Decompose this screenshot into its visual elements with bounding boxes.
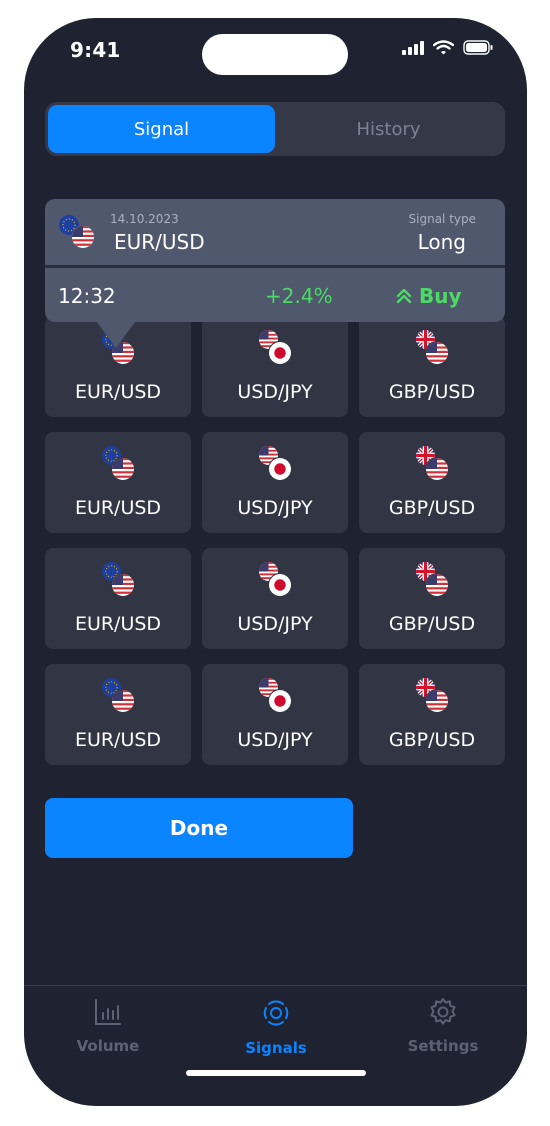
currency-pair-label: EUR/USD	[74, 497, 162, 519]
us-jp-flags-icon	[255, 444, 292, 481]
currency-pair-label: USD/JPY	[237, 613, 313, 635]
signal-broadcast-icon	[263, 1000, 289, 1026]
gb-us-flags-icon	[412, 444, 449, 481]
currency-pair-label: GBP/USD	[388, 613, 476, 635]
signal-action: Buy	[395, 284, 462, 308]
signal-card-header: 14.10.2023 EUR/USD Signal type Long	[45, 199, 505, 265]
segmented-control: Signal History	[45, 102, 505, 156]
currency-pair-label: USD/JPY	[237, 497, 313, 519]
status-bar: 9:41	[24, 18, 527, 88]
currency-pair-grid: EUR/USD USD/JPY GBP/USD EUR/USD USD/JPY GBP/U…	[45, 316, 505, 765]
us-jp-flags-icon	[255, 676, 292, 713]
card-divider	[45, 265, 505, 268]
currency-pair-tile[interactable]: GBP/USD	[359, 432, 505, 533]
currency-pair-tile[interactable]: USD/JPY	[202, 548, 348, 649]
dynamic-island	[202, 34, 348, 75]
currency-pair-tile[interactable]: USD/JPY	[202, 316, 348, 417]
currency-pair-label: USD/JPY	[237, 381, 313, 403]
currency-pair-label: USD/JPY	[237, 729, 313, 751]
gb-us-flags-icon	[412, 676, 449, 713]
status-time: 9:41	[70, 38, 121, 62]
signal-action-label: Buy	[419, 284, 462, 308]
tab-volume[interactable]: Volume	[48, 997, 168, 1055]
double-chevron-up-icon	[396, 288, 412, 304]
us-jp-flags-icon	[255, 328, 292, 365]
bar-chart-icon	[95, 999, 121, 1025]
currency-pair-tile[interactable]: GBP/USD	[359, 664, 505, 765]
battery-icon	[463, 40, 493, 55]
wifi-icon	[433, 40, 454, 55]
signal-change: +2.4%	[265, 284, 333, 308]
currency-pair-label: GBP/USD	[388, 381, 476, 403]
tab-settings[interactable]: Settings	[383, 997, 503, 1055]
tab-bar-divider	[24, 985, 527, 986]
currency-pair-label: GBP/USD	[388, 729, 476, 751]
tab-volume-label: Volume	[76, 1037, 140, 1055]
currency-pair-label: EUR/USD	[74, 613, 162, 635]
eu-us-flags-icon	[102, 678, 135, 713]
home-indicator[interactable]	[186, 1070, 366, 1076]
tab-history[interactable]: History	[275, 105, 502, 153]
signal-date: 14.10.2023	[110, 212, 179, 226]
currency-pair-tile[interactable]: EUR/USD	[45, 432, 191, 533]
currency-pair-label: EUR/USD	[74, 729, 162, 751]
gb-us-flags-icon	[412, 328, 449, 365]
cellular-signal-icon	[402, 40, 424, 55]
signal-time: 12:32	[58, 284, 116, 308]
signal-type-label: Signal type	[408, 212, 476, 226]
status-icons	[402, 40, 493, 55]
currency-pair-tile[interactable]: EUR/USD	[45, 664, 191, 765]
tab-signal[interactable]: Signal	[48, 105, 275, 153]
eu-us-flags-icon	[102, 446, 135, 481]
currency-pair-tile[interactable]: EUR/USD	[45, 548, 191, 649]
currency-pair-tile[interactable]: USD/JPY	[202, 432, 348, 533]
tab-bar: Volume Signals Settings	[24, 985, 527, 1106]
us-jp-flags-icon	[255, 560, 292, 597]
done-button[interactable]: Done	[45, 798, 353, 858]
currency-pair-label: EUR/USD	[74, 381, 162, 403]
tab-signals-label: Signals	[245, 1039, 307, 1057]
signal-detail-card: 14.10.2023 EUR/USD Signal type Long 12:3…	[45, 199, 505, 322]
eur-usd-flags-icon	[59, 215, 95, 249]
tab-settings-label: Settings	[407, 1037, 479, 1055]
eu-us-flags-icon	[102, 562, 135, 597]
signal-pair: EUR/USD	[114, 230, 205, 254]
phone-screen: 9:41 Signal History 14.10.2023 EUR/USD S…	[24, 18, 527, 1106]
gear-icon	[430, 998, 456, 1025]
signal-type-value: Long	[417, 230, 466, 254]
currency-pair-tile[interactable]: GBP/USD	[359, 316, 505, 417]
card-pointer	[94, 318, 138, 348]
gb-us-flags-icon	[412, 560, 449, 597]
tab-signals[interactable]: Signals	[216, 997, 336, 1057]
currency-pair-tile[interactable]: USD/JPY	[202, 664, 348, 765]
currency-pair-label: GBP/USD	[388, 497, 476, 519]
currency-pair-tile[interactable]: GBP/USD	[359, 548, 505, 649]
